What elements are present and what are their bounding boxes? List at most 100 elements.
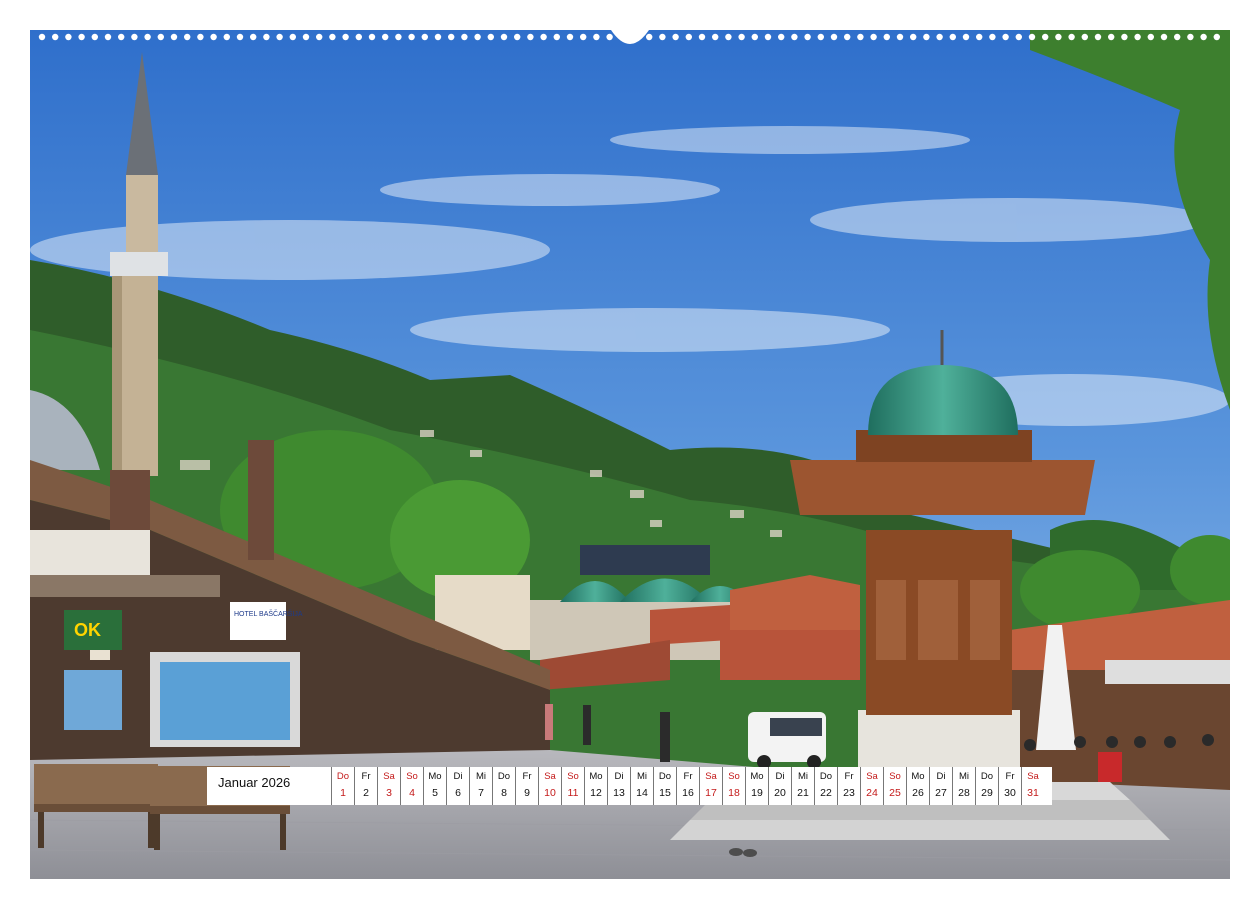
day-number: 26 [912, 787, 924, 799]
binding-hole [302, 33, 310, 41]
binding-hole [738, 33, 745, 41]
binding-hole [263, 33, 270, 41]
binding-hole [448, 33, 455, 41]
binding-hole [791, 33, 798, 41]
weekday-label: Mi [958, 771, 970, 782]
binding-hole [949, 33, 956, 41]
calendar-photo: HOTEL BAŠČARŠIJA OK [30, 30, 1230, 879]
weekday-label: Di [614, 771, 624, 782]
day-number: 10 [544, 787, 556, 799]
binding-hole [395, 33, 402, 41]
binding-hole [1002, 33, 1009, 41]
day-cell: Fr 16 [676, 767, 699, 805]
binding-hole [1147, 33, 1155, 41]
day-cell: Mo 26 [906, 767, 929, 805]
binding-hole [276, 33, 283, 41]
day-number: 9 [524, 787, 530, 799]
binding-hole [329, 33, 336, 41]
weekday-label: So [406, 771, 418, 782]
binding-hole [197, 33, 204, 41]
day-cell: Do 15 [653, 767, 676, 805]
binding-hole [593, 33, 600, 41]
day-number: 1 [340, 787, 346, 799]
day-number: 22 [820, 787, 832, 799]
weekday-label: Mo [428, 771, 442, 782]
binding-hole [606, 33, 613, 41]
binding-hole [1200, 33, 1207, 41]
binding-hole [1015, 33, 1022, 41]
binding-hole [566, 33, 574, 41]
binding-hole [1042, 33, 1049, 41]
day-number: 16 [682, 787, 694, 799]
binding-hole [976, 33, 983, 41]
day-number: 12 [590, 787, 602, 799]
day-cell: Fr 2 [354, 767, 377, 805]
binding-hole [725, 33, 732, 41]
binding-hole [659, 33, 666, 41]
binding-hole [646, 33, 653, 41]
binding-hole [52, 33, 59, 41]
day-cell: Do 1 [331, 767, 354, 805]
weekday-label: Di [775, 771, 785, 782]
weekday-label: Do [819, 771, 833, 782]
day-number: 25 [889, 787, 901, 799]
binding-hole [500, 33, 508, 41]
binding-hole [1108, 33, 1115, 41]
weekday-label: Do [497, 771, 511, 782]
binding-hole [1081, 33, 1089, 41]
day-number: 30 [1004, 787, 1016, 799]
month-title: Januar 2026 [218, 775, 291, 790]
day-cell: Sa 10 [538, 767, 561, 805]
day-number: 7 [478, 787, 484, 799]
binding-hole [962, 33, 970, 41]
day-cell: Mo 19 [745, 767, 768, 805]
binding-hole [144, 33, 151, 41]
binding-hole [883, 33, 890, 41]
day-cell: Mi 28 [952, 767, 975, 805]
binding-hole [698, 33, 706, 41]
day-number: 4 [409, 787, 415, 799]
weekday-label: Sa [866, 771, 878, 782]
day-number: 5 [432, 787, 438, 799]
weekday-label: Do [658, 771, 672, 782]
weekday-label: So [567, 771, 579, 782]
binding-hole [368, 33, 376, 41]
day-cell: Fr 23 [837, 767, 860, 805]
binding-hole [712, 33, 719, 41]
day-cell: Sa 24 [860, 767, 883, 805]
binding-hole [1068, 33, 1075, 41]
weekday-label: Mo [589, 771, 603, 782]
day-number: 17 [705, 787, 717, 799]
day-number: 15 [659, 787, 671, 799]
day-number: 28 [958, 787, 970, 799]
binding-hole [170, 33, 178, 41]
binding-hole [1134, 33, 1141, 41]
binding-hole [923, 33, 930, 41]
binding-hole [514, 33, 521, 41]
hotel-sign: HOTEL BAŠČARŠIJA [234, 609, 303, 618]
binding-hole [764, 33, 772, 41]
binding-hole [1187, 33, 1194, 41]
binding-hole [316, 33, 323, 41]
day-cell: So 11 [561, 767, 584, 805]
binding-hole [527, 33, 534, 41]
day-number: 13 [613, 787, 625, 799]
binding-hole [857, 33, 864, 41]
day-cell: Mi 21 [791, 767, 814, 805]
binding-hole [223, 33, 230, 41]
day-cell: So 25 [883, 767, 906, 805]
weekday-label: Di [936, 771, 946, 782]
day-number: 24 [866, 787, 878, 799]
weekday-label: So [728, 771, 740, 782]
weekday-label: Do [980, 771, 994, 782]
binding-holes [38, 30, 1221, 44]
weekday-label: Mo [750, 771, 764, 782]
hanger-notch [611, 30, 649, 44]
day-number: 19 [751, 787, 763, 799]
day-cell: Di 6 [446, 767, 469, 805]
binding-hole [1174, 33, 1181, 41]
binding-hole [78, 33, 85, 41]
ok-sign: OK [74, 620, 101, 640]
binding-hole [910, 33, 917, 41]
binding-hole [250, 33, 257, 41]
